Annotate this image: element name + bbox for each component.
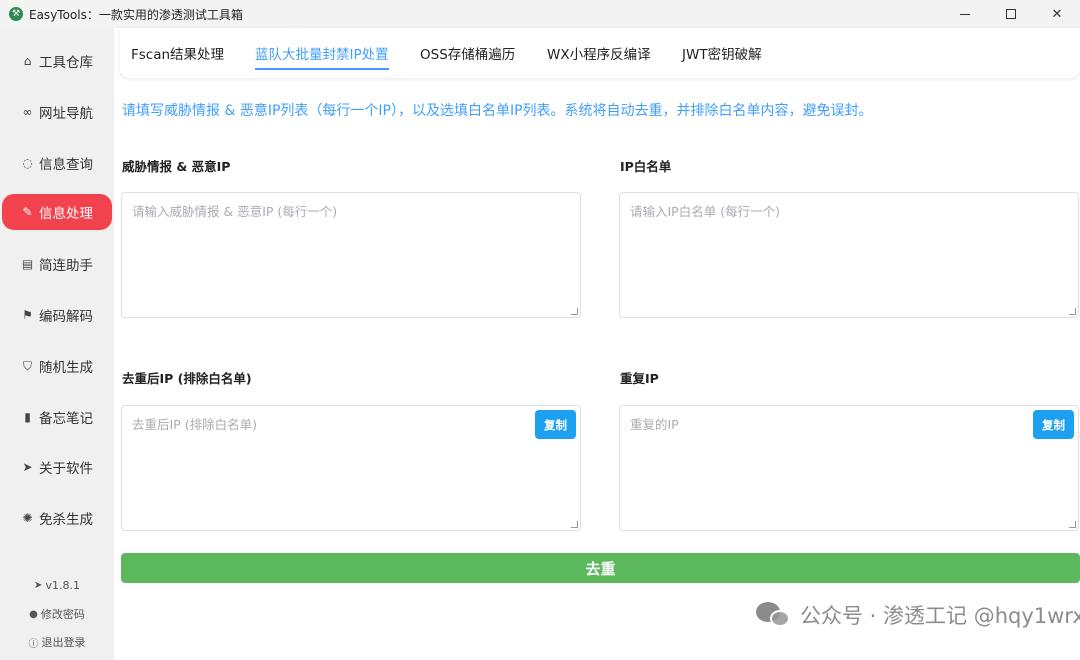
sidebar-item-label: 免杀生成 xyxy=(39,512,93,528)
sidebar-item-av-evasion[interactable]: ✺ 免杀生成 xyxy=(2,500,112,536)
minimize-button[interactable] xyxy=(942,0,988,28)
sidebar-item-label: 工具仓库 xyxy=(39,55,93,71)
sidebar-item-label: 简连助手 xyxy=(39,258,93,274)
resize-handle[interactable] xyxy=(1069,308,1076,315)
dedup-result-box: 复制 xyxy=(121,405,581,531)
version-label: ➤ v1.8.1 xyxy=(34,579,80,592)
sidebar-item-label: 信息处理 xyxy=(39,206,93,222)
sidebar-item-about[interactable]: ➤ 关于软件 xyxy=(2,449,112,485)
watermark-text: 公众号 · 渗透工记 @hqy1wrx xyxy=(800,604,1080,628)
change-password-link[interactable]: ● 修改密码 xyxy=(0,606,114,622)
copy-duplicates-button[interactable]: 复制 xyxy=(1033,410,1074,439)
duplicate-ip-output[interactable] xyxy=(620,406,1078,530)
user-icon: ● xyxy=(29,608,38,620)
sidebar-item-label: 备忘笔记 xyxy=(39,411,93,427)
resize-handle[interactable] xyxy=(571,308,578,315)
tab-fscan[interactable]: Fscan结果处理 xyxy=(131,36,224,70)
tab-oss-bucket[interactable]: OSS存储桶遍历 xyxy=(420,36,515,70)
sidebar-item-info-query[interactable]: ◌ 信息查询 xyxy=(2,145,112,181)
link-icon: ∞ xyxy=(22,105,33,119)
tab-bar: Fscan结果处理 蓝队大批量封禁IP处置 OSS存储桶遍历 WX小程序反编译 … xyxy=(120,28,1080,78)
window-title: EasyTools：一款实用的渗透测试工具箱 xyxy=(29,7,243,22)
resize-handle[interactable] xyxy=(1069,521,1076,528)
duplicate-ip-label: 重复IP xyxy=(620,371,659,386)
instructions-text: 请填写威胁情报 & 恶意IP列表（每行一个IP），以及选填白名单IP列表。系统将… xyxy=(122,103,873,119)
whitelist-label: IP白名单 xyxy=(620,159,672,174)
wechat-icon xyxy=(756,600,792,630)
flag-icon: ⚑ xyxy=(22,308,33,322)
shield-icon: ⛉ xyxy=(22,358,32,373)
box-icon: ⌂ xyxy=(23,54,32,68)
close-button[interactable]: ✕ xyxy=(1034,0,1080,28)
sidebar-item-label: 编码解码 xyxy=(39,309,93,325)
dedup-result-output[interactable] xyxy=(122,406,580,530)
sidebar-item-label: 关于软件 xyxy=(39,461,93,477)
sidebar-item-url-nav[interactable]: ∞ 网址导航 xyxy=(2,94,112,130)
app-logo-icon: ⚒ xyxy=(9,7,23,21)
whitelist-box xyxy=(619,192,1079,318)
sidebar-item-info-processing[interactable]: ✎ 信息处理 xyxy=(2,194,112,230)
info-icon: ⓘ xyxy=(28,638,39,650)
copy-dedup-button[interactable]: 复制 xyxy=(535,410,576,439)
sidebar-item-random-gen[interactable]: ⛉ 随机生成 xyxy=(2,348,112,384)
send-icon: ➤ xyxy=(22,460,33,474)
window-controls: ✕ xyxy=(942,0,1080,28)
maximize-icon xyxy=(1006,9,1016,19)
maximize-button[interactable] xyxy=(988,0,1034,28)
logout-link[interactable]: ⓘ 退出登录 xyxy=(0,634,114,650)
send-icon: ➤ xyxy=(34,580,43,591)
dedup-result-label: 去重后IP (排除白名单) xyxy=(122,371,252,386)
sidebar-item-connect-helper[interactable]: ▤ 简连助手 xyxy=(2,246,112,282)
sidebar-item-tool-warehouse[interactable]: ⌂ 工具仓库 xyxy=(2,43,112,79)
sidebar-item-label: 网址导航 xyxy=(39,106,93,122)
app-window: ⚒ EasyTools：一款实用的渗透测试工具箱 ✕ ⌂ 工具仓库 ∞ 网址导航… xyxy=(0,0,1080,660)
edit-icon: ✎ xyxy=(22,205,33,219)
threat-ip-label: 威胁情报 & 恶意IP xyxy=(122,159,231,174)
doc-icon: ▤ xyxy=(21,257,34,271)
sidebar-item-label: 信息查询 xyxy=(39,157,93,173)
chart-icon: ▮ xyxy=(24,410,31,424)
threat-ip-input[interactable] xyxy=(122,193,580,317)
tab-wx-decompile[interactable]: WX小程序反编译 xyxy=(547,36,651,70)
dedup-button[interactable]: 去重 xyxy=(121,553,1080,583)
sidebar: ⌂ 工具仓库 ∞ 网址导航 ◌ 信息查询 ✎ 信息处理 ▤ 简连助手 ⚑ 编码解… xyxy=(0,28,114,660)
close-icon: ✕ xyxy=(1051,6,1063,22)
tab-blue-team-ip-ban[interactable]: 蓝队大批量封禁IP处置 xyxy=(255,36,389,70)
sidebar-item-label: 随机生成 xyxy=(39,360,93,376)
sidebar-item-encode-decode[interactable]: ⚑ 编码解码 xyxy=(2,297,112,333)
chat-icon: ◌ xyxy=(22,156,33,170)
bug-icon: ✺ xyxy=(22,511,33,525)
minimize-icon xyxy=(960,13,970,15)
whitelist-input[interactable] xyxy=(620,193,1078,317)
duplicate-ip-box: 复制 xyxy=(619,405,1079,531)
watermark: 公众号 · 渗透工记 @hqy1wrx xyxy=(756,600,1080,630)
threat-ip-box xyxy=(121,192,581,318)
title-bar: ⚒ EasyTools：一款实用的渗透测试工具箱 ✕ xyxy=(0,0,1080,28)
main-panel: Fscan结果处理 蓝队大批量封禁IP处置 OSS存储桶遍历 WX小程序反编译 … xyxy=(114,28,1080,660)
resize-handle[interactable] xyxy=(571,521,578,528)
sidebar-item-memo[interactable]: ▮ 备忘笔记 xyxy=(2,399,112,435)
tab-jwt-crack[interactable]: JWT密钥破解 xyxy=(682,36,762,70)
